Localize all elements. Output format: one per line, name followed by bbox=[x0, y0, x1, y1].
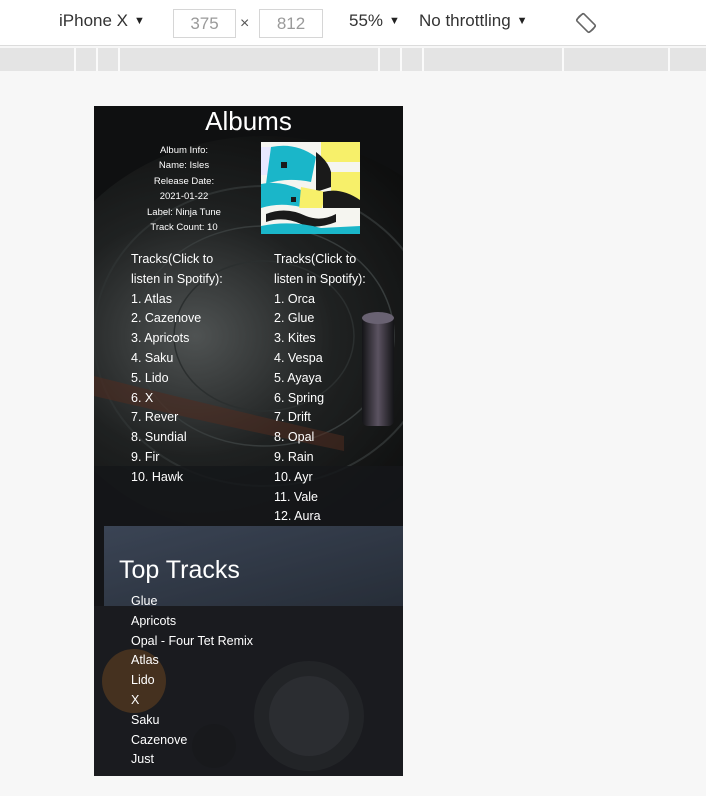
zoom-value: 55% bbox=[349, 11, 384, 30]
track-item[interactable]: 3. Kites bbox=[274, 329, 374, 349]
track-item[interactable]: 11. Vale bbox=[274, 488, 374, 508]
track-item[interactable]: 1. Atlas bbox=[131, 290, 231, 310]
device-select[interactable]: iPhone X ▼ bbox=[59, 11, 145, 31]
release-date: 2021-01-22 bbox=[159, 191, 209, 203]
track-item[interactable]: 5. Lido bbox=[131, 369, 231, 389]
top-track-item[interactable]: Apricots bbox=[131, 612, 253, 632]
tracks-list-left: Tracks(Click to listen in Spotify): 1. A… bbox=[131, 250, 231, 488]
throttling-select[interactable]: No throttling ▼ bbox=[419, 11, 528, 31]
top-tracks-list: Glue Apricots Opal - Four Tet Remix Atla… bbox=[131, 592, 253, 770]
album-info: Album Info: Name: Isles Release Date: 20… bbox=[114, 143, 254, 235]
width-input[interactable]: 375 bbox=[173, 9, 236, 38]
media-query-bar[interactable] bbox=[0, 48, 706, 71]
top-track-item[interactable]: Just bbox=[131, 750, 253, 770]
track-item[interactable]: 10. Hawk bbox=[131, 468, 231, 488]
track-item[interactable]: 4. Saku bbox=[131, 349, 231, 369]
track-item[interactable]: 9. Fir bbox=[131, 448, 231, 468]
top-track-item[interactable]: Opal - Four Tet Remix bbox=[131, 632, 253, 652]
page-content: Albums Album Info: Name: Isles Release D… bbox=[94, 106, 403, 776]
track-item[interactable]: 10. Ayr bbox=[274, 468, 374, 488]
track-item[interactable]: 2. Glue bbox=[274, 309, 374, 329]
chevron-down-icon: ▼ bbox=[389, 15, 400, 27]
chevron-down-icon: ▼ bbox=[134, 15, 145, 27]
album-name: Name: Isles bbox=[158, 160, 210, 172]
track-item[interactable]: 9. Rain bbox=[274, 448, 374, 468]
height-input[interactable]: 812 bbox=[259, 9, 323, 38]
top-tracks-title: Top Tracks bbox=[119, 556, 240, 584]
tracks-list-right: Tracks(Click to listen in Spotify): 1. O… bbox=[274, 250, 374, 527]
chevron-down-icon: ▼ bbox=[516, 15, 528, 27]
top-track-item[interactable]: Lido bbox=[131, 671, 253, 691]
track-item[interactable]: 3. Apricots bbox=[131, 329, 231, 349]
top-track-item[interactable]: Atlas bbox=[131, 651, 253, 671]
track-item[interactable]: 4. Vespa bbox=[274, 349, 374, 369]
track-item[interactable]: 6. Spring bbox=[274, 389, 374, 409]
release-label: Release Date: bbox=[153, 175, 215, 187]
track-item[interactable]: 7. Drift bbox=[274, 408, 374, 428]
track-item[interactable]: 1. Orca bbox=[274, 290, 374, 310]
throttling-value: No throttling bbox=[419, 11, 511, 30]
device-viewport: Albums Album Info: Name: Isles Release D… bbox=[94, 106, 403, 776]
dimension-separator: × bbox=[240, 15, 250, 32]
top-track-item[interactable]: Glue bbox=[131, 592, 253, 612]
track-item[interactable]: 6. X bbox=[131, 389, 231, 409]
album-info-heading: Album Info: bbox=[159, 145, 209, 156]
device-toolbar: iPhone X ▼ 375 × 812 55% ▼ No throttling ▼ bbox=[0, 0, 706, 46]
track-item[interactable]: 8. Sundial bbox=[131, 428, 231, 448]
track-item[interactable]: 12. Aura bbox=[274, 507, 374, 527]
track-item[interactable]: 8. Opal bbox=[274, 428, 374, 448]
page-title: Albums bbox=[205, 106, 292, 136]
zoom-select[interactable]: 55% ▼ bbox=[349, 11, 400, 31]
track-item[interactable]: 2. Cazenove bbox=[131, 309, 231, 329]
top-track-item[interactable]: Saku bbox=[131, 711, 253, 731]
tracks-header: Tracks(Click to listen in Spotify): bbox=[274, 252, 366, 286]
top-track-item[interactable]: Cazenove bbox=[131, 731, 253, 751]
track-item[interactable]: 7. Rever bbox=[131, 408, 231, 428]
device-name: iPhone X bbox=[59, 11, 128, 30]
album-cover[interactable] bbox=[261, 142, 360, 234]
tracks-header: Tracks(Click to listen in Spotify): bbox=[131, 252, 223, 286]
record-label: Label: Ninja Tune bbox=[147, 206, 221, 218]
rotate-icon[interactable] bbox=[574, 11, 598, 35]
track-item[interactable]: 5. Ayaya bbox=[274, 369, 374, 389]
track-count: Track Count: 10 bbox=[150, 222, 218, 234]
top-track-item[interactable]: X bbox=[131, 691, 253, 711]
